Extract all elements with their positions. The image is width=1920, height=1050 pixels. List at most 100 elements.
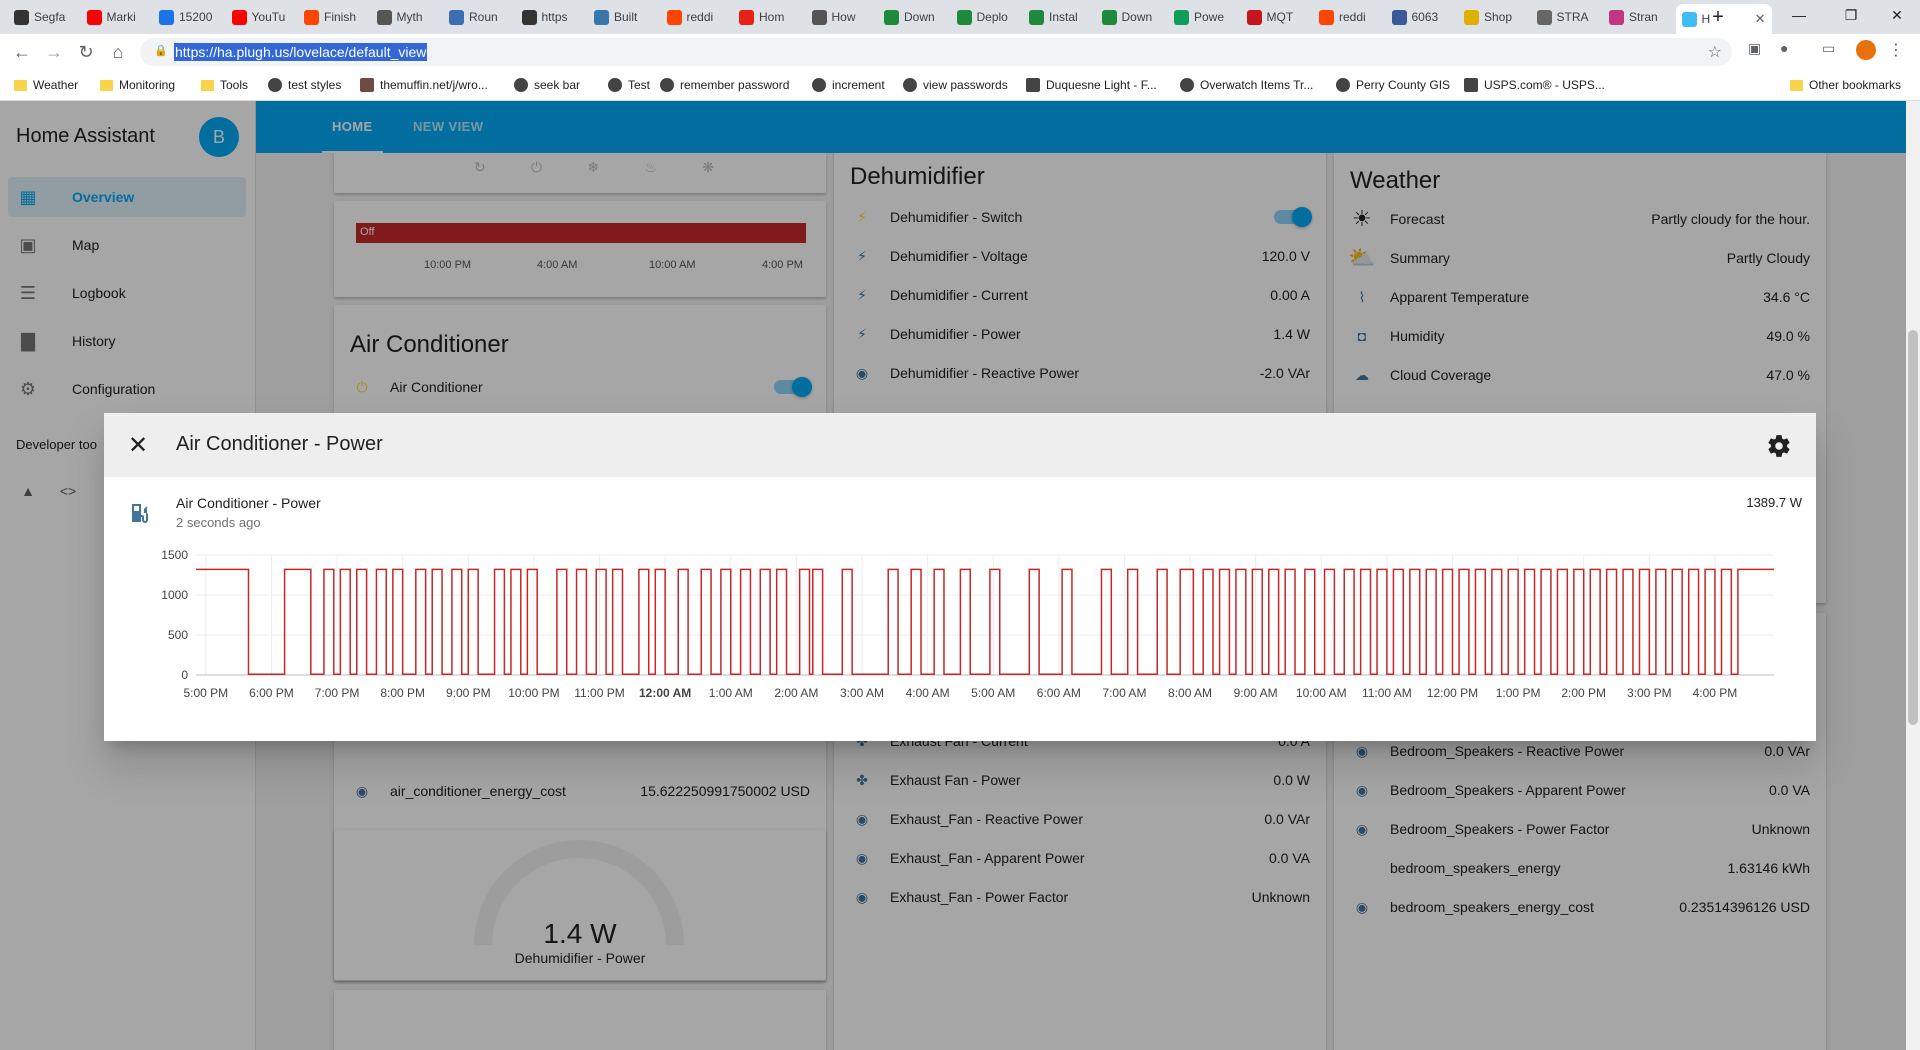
bookmark-item[interactable]: view passwords xyxy=(903,76,1008,94)
browser-tab[interactable]: https xyxy=(516,4,587,30)
globe-icon xyxy=(514,78,528,92)
browser-tab[interactable]: Finish xyxy=(298,4,369,30)
menu-icon[interactable]: ⋮ xyxy=(1888,40,1908,60)
favicon-icon xyxy=(449,9,464,25)
last-changed: 2 seconds ago xyxy=(176,515,261,530)
power-series-line[interactable] xyxy=(196,568,1774,675)
bookmark-item[interactable]: Duquesne Light - F... xyxy=(1026,76,1157,94)
tab-label: How xyxy=(831,10,856,24)
browser-tab[interactable]: Deplo xyxy=(951,4,1022,30)
duquesne-light-icon xyxy=(1026,78,1040,92)
bookmark-label: USPS.com® - USPS... xyxy=(1484,78,1605,92)
x-tick-label: 10:00 PM xyxy=(508,686,559,700)
favicon-icon xyxy=(14,9,29,25)
close-window-button[interactable]: ✕ xyxy=(1874,0,1920,30)
x-tick-label: 7:00 AM xyxy=(1102,686,1146,700)
gear-icon[interactable] xyxy=(1766,433,1792,459)
browser-tab[interactable]: 15200 xyxy=(153,4,224,30)
bookmark-item[interactable]: USPS.com® - USPS... xyxy=(1464,76,1605,94)
bookmark-item[interactable]: Perry County GIS xyxy=(1336,76,1450,94)
x-tick-label: 3:00 PM xyxy=(1627,686,1672,700)
tab-close-icon[interactable]: ✕ xyxy=(1755,11,1766,27)
extension-icon[interactable]: ▣ xyxy=(1748,40,1768,60)
favicon-icon xyxy=(811,9,827,25)
browser-tab[interactable]: 6063 xyxy=(1386,4,1457,30)
bookmark-item[interactable]: Overwatch Items Tr... xyxy=(1180,76,1313,94)
y-tick-label: 500 xyxy=(168,628,188,642)
other-bookmarks[interactable]: Other bookmarks xyxy=(1790,76,1901,94)
favicon-icon xyxy=(376,9,392,25)
x-tick-label: 11:00 AM xyxy=(1362,686,1412,700)
x-tick-label: 12:00 PM xyxy=(1427,686,1478,700)
bookmark-item[interactable]: Tools xyxy=(201,76,248,94)
browser-tab[interactable]: MQT xyxy=(1241,4,1312,30)
tab-label: Down xyxy=(1121,10,1153,24)
bookmark-item[interactable]: increment xyxy=(812,76,885,94)
favicon-icon xyxy=(1174,9,1189,25)
location-icon[interactable]: ● xyxy=(1780,40,1800,60)
cast-icon[interactable]: ▭ xyxy=(1822,40,1842,60)
x-tick-label: 9:00 PM xyxy=(446,686,491,700)
browser-tab[interactable]: How xyxy=(806,4,877,30)
bookmark-item[interactable]: seek bar xyxy=(514,76,580,94)
bookmark-label: Test xyxy=(628,78,651,92)
bookmark-label: themuffin.net/j/wro... xyxy=(380,78,488,92)
browser-tab[interactable]: Instal xyxy=(1023,4,1094,30)
browser-tab[interactable]: Powe xyxy=(1168,4,1239,30)
bookmark-label: Monitoring xyxy=(119,78,176,92)
ev-station-icon xyxy=(132,504,149,523)
minimize-button[interactable]: — xyxy=(1776,0,1822,30)
power-history-chart[interactable]: 0 500 1000 1500 5:00 PM 6:00 PM 7:00 PM 8:00 PM… xyxy=(144,545,1796,725)
profile-avatar[interactable] xyxy=(1856,40,1876,60)
browser-tab[interactable]: Hom xyxy=(733,4,804,30)
usps-icon xyxy=(1464,78,1478,92)
bookmark-item[interactable]: themuffin.net/j/wro... xyxy=(360,76,488,94)
tab-label: Myth xyxy=(396,10,423,24)
browser-tab[interactable]: reddi xyxy=(1313,4,1384,30)
browser-tab[interactable]: Down xyxy=(878,4,949,30)
bookmark-label: test styles xyxy=(288,78,342,92)
back-button[interactable]: ← xyxy=(8,38,36,66)
url-text[interactable]: https://ha.plugh.us/lovelace/default_vie… xyxy=(174,43,428,61)
address-bar[interactable]: 🔒 https://ha.plugh.us/lovelace/default_v… xyxy=(140,38,1732,66)
tab-label: Finish xyxy=(324,10,357,24)
favicon-icon xyxy=(1681,11,1697,27)
browser-tab[interactable]: Roun xyxy=(443,4,514,30)
x-tick-label: 11:00 PM xyxy=(574,686,624,700)
y-tick-label: 1000 xyxy=(161,588,188,602)
browser-tab[interactable]: Shop xyxy=(1458,4,1529,30)
favicon-icon xyxy=(1609,9,1624,25)
forward-button[interactable]: → xyxy=(40,38,68,66)
favicon-icon xyxy=(739,9,754,25)
browser-tab[interactable]: Marki xyxy=(81,4,152,30)
browser-tab[interactable]: Down xyxy=(1096,4,1167,30)
x-tick-label: 4:00 AM xyxy=(906,686,950,700)
browser-tab[interactable]: Myth xyxy=(371,4,442,30)
browser-tab[interactable]: YouTu xyxy=(226,4,297,30)
reload-button[interactable]: ↻ xyxy=(72,38,100,66)
folder-icon xyxy=(14,79,27,91)
browser-tab[interactable]: Built xyxy=(588,4,659,30)
home-button[interactable]: ⌂ xyxy=(104,38,132,66)
tab-label: 6063 xyxy=(1411,10,1439,24)
x-tick-label: 1:00 PM xyxy=(1496,686,1541,700)
bookmark-item[interactable]: test styles xyxy=(268,76,341,94)
tab-label: https xyxy=(541,10,568,24)
browser-tab[interactable]: Segfa xyxy=(8,4,79,30)
bookmark-item[interactable]: Weather xyxy=(14,76,78,94)
restore-button[interactable]: ❐ xyxy=(1828,0,1874,30)
favicon-icon xyxy=(159,9,174,25)
browser-tab[interactable]: Stran xyxy=(1603,4,1674,30)
bookmark-item[interactable]: Monitoring xyxy=(100,76,175,94)
bookmark-item[interactable]: Test xyxy=(608,76,650,94)
browser-tab[interactable]: reddi xyxy=(661,4,732,30)
folder-icon xyxy=(100,79,113,91)
new-tab-button[interactable]: + xyxy=(1706,5,1730,29)
star-icon[interactable]: ☆ xyxy=(1708,42,1722,62)
bookmark-item[interactable]: remember password xyxy=(660,76,789,94)
scrollbar-thumb[interactable] xyxy=(1908,330,1918,725)
y-tick-label: 0 xyxy=(181,668,188,682)
close-icon[interactable]: ✕ xyxy=(124,431,152,459)
browser-tab[interactable]: STRA xyxy=(1531,4,1602,30)
x-tick-label: 6:00 PM xyxy=(249,686,294,700)
